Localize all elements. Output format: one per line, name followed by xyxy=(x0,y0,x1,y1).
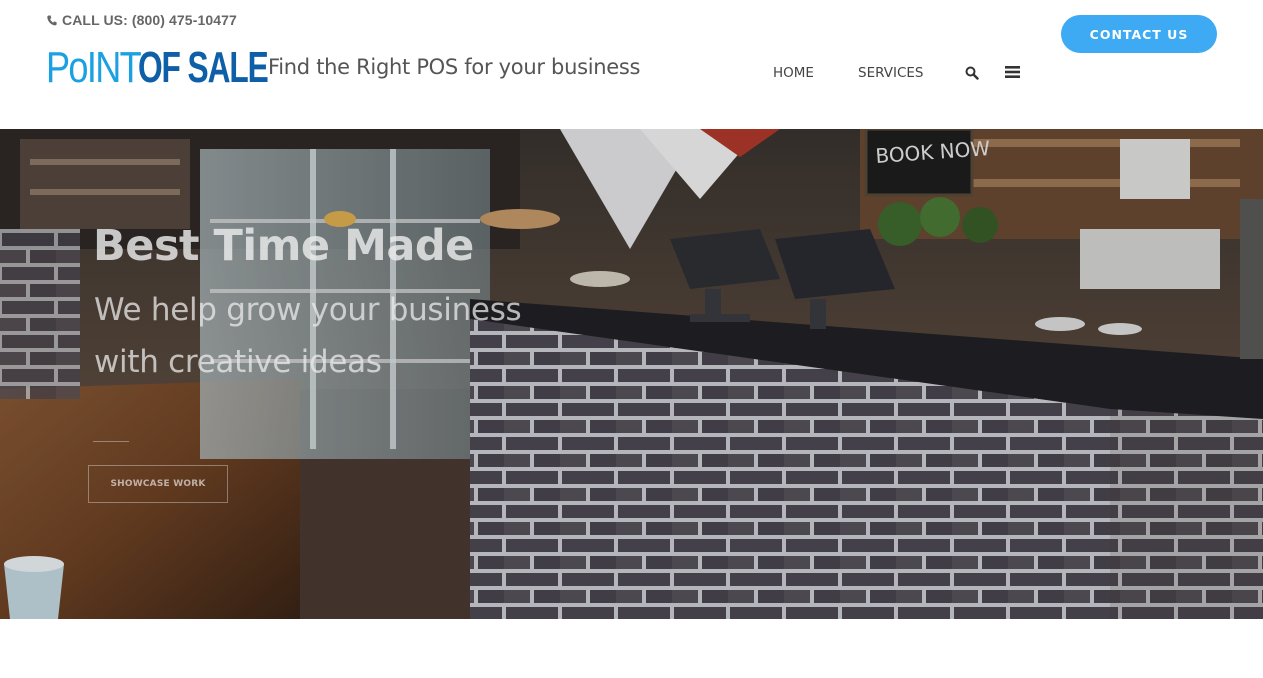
hero-title: Best Time Made xyxy=(93,221,474,271)
nav-services-link[interactable]: SERVICES xyxy=(858,65,923,81)
call-us-link[interactable]: CALL US: (800) 475-10477 xyxy=(47,12,237,28)
hero-divider xyxy=(93,441,129,442)
logo-text-of-sale: OF SALE xyxy=(138,43,269,92)
contact-us-button[interactable]: CONTACT US xyxy=(1061,15,1217,53)
hero-banner: BOOK NOW Best Time Made We help grow you… xyxy=(0,129,1263,619)
showcase-work-button[interactable]: SHOWCASE WORK xyxy=(88,465,228,503)
site-header: CALL US: (800) 475-10477 PoINT OF SALE F… xyxy=(0,0,1263,129)
call-us-text: CALL US: (800) 475-10477 xyxy=(62,12,237,28)
hamburger-menu-icon[interactable] xyxy=(1005,65,1020,79)
site-tagline: Find the Right POS for your business xyxy=(268,55,641,79)
phone-icon xyxy=(47,15,57,25)
hero-subtitle: We help grow your business with creative… xyxy=(94,292,522,380)
search-icon[interactable] xyxy=(965,66,979,80)
logo-text-point: PoINT xyxy=(46,43,142,92)
nav-home-link[interactable]: HOME xyxy=(773,65,814,81)
